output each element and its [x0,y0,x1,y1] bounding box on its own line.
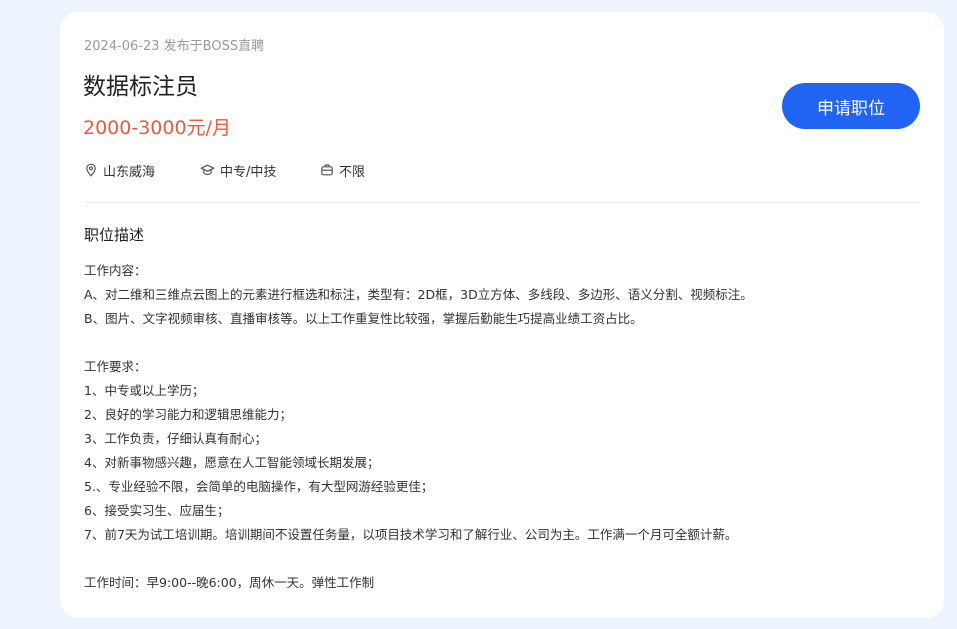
location-pin-icon [86,163,96,177]
tag-location: 山东威海 [84,161,200,180]
desc-line: 7、前7天为试工培训期。培训期间不设置任务量，以项目技术学习和了解行业、公司为主… [84,527,738,542]
graduation-cap-icon [200,164,215,176]
job-tags: 山东威海 中专/中技 不限 [84,160,365,180]
job-salary: 2000-3000元/月 [83,117,231,139]
desc-line: 4、对新事物感兴趣，愿意在人工智能领域长期发展； [84,455,380,470]
tag-education: 中专/中技 [200,161,320,180]
desc-line: 2、良好的学习能力和逻辑思维能力； [84,407,292,422]
job-description: 工作内容： A、对二维和三维点云图上的元素进行框选和标注，类型有：2D框，3D立… [84,259,920,595]
desc-line: A、对二维和三维点云图上的元素进行框选和标注，类型有：2D框，3D立方体、多线段… [84,287,753,302]
desc-line: 3、工作负责，仔细认真有耐心； [84,431,267,446]
desc-line: 5.、专业经验不限，会简单的电脑操作，有大型网游经验更佳； [84,479,434,494]
apply-button[interactable]: 申请职位 [782,83,920,129]
desc-line: 6、接受实习生、应届生； [84,503,230,518]
description-title: 职位描述 [84,226,145,244]
desc-line [84,331,920,355]
tag-experience-label: 不限 [339,164,366,180]
desc-line: 工作时间：早9:00--晚6:00，周休一天。弹性工作制 [84,575,375,590]
tag-location-label: 山东威海 [103,164,156,180]
job-title: 数据标注员 [83,74,198,100]
desc-line: B、图片、文字视频审核、直播审核等。以上工作重复性比较强，掌握后勤能生巧提高业绩… [84,311,643,326]
desc-line: 1、中专或以上学历； [84,383,205,398]
post-meta: 2024-06-23 发布于BOSS直聘 [84,39,265,54]
desc-line: 工作要求： [84,359,147,374]
tag-education-label: 中专/中技 [220,164,277,180]
desc-line [84,547,920,571]
briefcase-icon [321,164,333,176]
job-card: 2024-06-23 发布于BOSS直聘 数据标注员 2000-3000元/月 … [60,12,944,618]
desc-line: 工作内容： [84,263,147,278]
divider [84,202,920,203]
tag-experience: 不限 [320,161,365,180]
